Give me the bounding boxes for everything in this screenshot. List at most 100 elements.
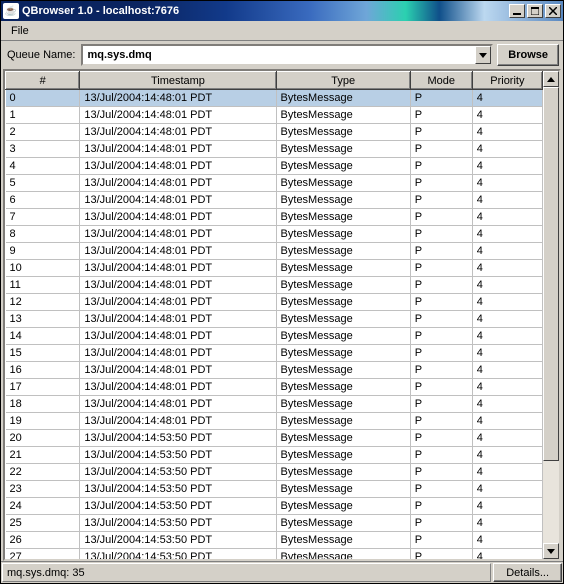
table-cell[interactable]: 26 <box>6 532 80 549</box>
table-cell[interactable]: BytesMessage <box>276 328 410 345</box>
table-cell[interactable]: P <box>410 549 472 560</box>
table-row[interactable]: 1713/Jul/2004:14:48:01 PDTBytesMessageP4 <box>6 379 543 396</box>
table-cell[interactable]: BytesMessage <box>276 124 410 141</box>
table-cell[interactable]: 13/Jul/2004:14:53:50 PDT <box>80 549 276 560</box>
table-cell[interactable]: 15 <box>6 345 80 362</box>
table-cell[interactable]: BytesMessage <box>276 379 410 396</box>
table-row[interactable]: 513/Jul/2004:14:48:01 PDTBytesMessageP4 <box>6 175 543 192</box>
table-cell[interactable]: BytesMessage <box>276 481 410 498</box>
maximize-button[interactable] <box>527 4 543 18</box>
table-row[interactable]: 2613/Jul/2004:14:53:50 PDTBytesMessageP4 <box>6 532 543 549</box>
table-row[interactable]: 813/Jul/2004:14:48:01 PDTBytesMessageP4 <box>6 226 543 243</box>
table-row[interactable]: 313/Jul/2004:14:48:01 PDTBytesMessageP4 <box>6 141 543 158</box>
table-cell[interactable]: BytesMessage <box>276 243 410 260</box>
vertical-scrollbar[interactable] <box>543 71 559 559</box>
table-cell[interactable]: 13/Jul/2004:14:48:01 PDT <box>80 277 276 294</box>
table-row[interactable]: 1913/Jul/2004:14:48:01 PDTBytesMessageP4 <box>6 413 543 430</box>
table-cell[interactable]: BytesMessage <box>276 413 410 430</box>
scroll-down-button[interactable] <box>543 543 559 559</box>
table-cell[interactable]: 4 <box>472 362 542 379</box>
table-cell[interactable]: P <box>410 141 472 158</box>
table-cell[interactable]: 4 <box>472 175 542 192</box>
table-cell[interactable]: 4 <box>472 294 542 311</box>
table-cell[interactable]: BytesMessage <box>276 532 410 549</box>
menu-file[interactable]: File <box>5 23 35 39</box>
table-cell[interactable]: 13/Jul/2004:14:48:01 PDT <box>80 175 276 192</box>
table-cell[interactable]: 25 <box>6 515 80 532</box>
table-cell[interactable]: 16 <box>6 362 80 379</box>
table-row[interactable]: 2513/Jul/2004:14:53:50 PDTBytesMessageP4 <box>6 515 543 532</box>
table-row[interactable]: 1213/Jul/2004:14:48:01 PDTBytesMessageP4 <box>6 294 543 311</box>
table-row[interactable]: 2213/Jul/2004:14:53:50 PDTBytesMessageP4 <box>6 464 543 481</box>
table-cell[interactable]: 13/Jul/2004:14:48:01 PDT <box>80 209 276 226</box>
table-cell[interactable]: 14 <box>6 328 80 345</box>
scroll-thumb[interactable] <box>543 87 559 461</box>
table-cell[interactable]: BytesMessage <box>276 260 410 277</box>
table-cell[interactable]: 13/Jul/2004:14:48:01 PDT <box>80 158 276 175</box>
table-cell[interactable]: P <box>410 277 472 294</box>
table-cell[interactable]: P <box>410 515 472 532</box>
queue-combo-dropdown-button[interactable] <box>475 46 491 64</box>
table-row[interactable]: 1813/Jul/2004:14:48:01 PDTBytesMessageP4 <box>6 396 543 413</box>
table-row[interactable]: 213/Jul/2004:14:48:01 PDTBytesMessageP4 <box>6 124 543 141</box>
table-cell[interactable]: 13/Jul/2004:14:48:01 PDT <box>80 90 276 107</box>
table-row[interactable]: 913/Jul/2004:14:48:01 PDTBytesMessageP4 <box>6 243 543 260</box>
table-cell[interactable]: 6 <box>6 192 80 209</box>
table-cell[interactable]: 13/Jul/2004:14:53:50 PDT <box>80 430 276 447</box>
table-cell[interactable]: 4 <box>472 277 542 294</box>
column-header[interactable]: # <box>6 72 80 90</box>
table-cell[interactable]: 13/Jul/2004:14:53:50 PDT <box>80 498 276 515</box>
table-cell[interactable]: 12 <box>6 294 80 311</box>
table-cell[interactable]: 4 <box>472 141 542 158</box>
table-cell[interactable]: 4 <box>472 481 542 498</box>
table-cell[interactable]: 13/Jul/2004:14:48:01 PDT <box>80 243 276 260</box>
table-cell[interactable]: 13/Jul/2004:14:48:01 PDT <box>80 413 276 430</box>
table-cell[interactable]: 4 <box>472 209 542 226</box>
minimize-button[interactable] <box>509 4 525 18</box>
table-row[interactable]: 413/Jul/2004:14:48:01 PDTBytesMessageP4 <box>6 158 543 175</box>
table-cell[interactable]: 13/Jul/2004:14:53:50 PDT <box>80 532 276 549</box>
table-cell[interactable]: BytesMessage <box>276 226 410 243</box>
table-cell[interactable]: 7 <box>6 209 80 226</box>
table-cell[interactable]: BytesMessage <box>276 175 410 192</box>
table-row[interactable]: 2313/Jul/2004:14:53:50 PDTBytesMessageP4 <box>6 481 543 498</box>
table-cell[interactable]: 22 <box>6 464 80 481</box>
table-row[interactable]: 2013/Jul/2004:14:53:50 PDTBytesMessageP4 <box>6 430 543 447</box>
table-cell[interactable]: 13/Jul/2004:14:48:01 PDT <box>80 396 276 413</box>
table-cell[interactable]: P <box>410 498 472 515</box>
table-cell[interactable]: 13/Jul/2004:14:48:01 PDT <box>80 294 276 311</box>
table-cell[interactable]: P <box>410 464 472 481</box>
scroll-track[interactable] <box>543 87 559 543</box>
table-cell[interactable]: 8 <box>6 226 80 243</box>
table-cell[interactable]: BytesMessage <box>276 549 410 560</box>
table-cell[interactable]: 11 <box>6 277 80 294</box>
table-row[interactable]: 1013/Jul/2004:14:48:01 PDTBytesMessageP4 <box>6 260 543 277</box>
table-cell[interactable]: BytesMessage <box>276 430 410 447</box>
table-cell[interactable]: 2 <box>6 124 80 141</box>
table-cell[interactable]: BytesMessage <box>276 141 410 158</box>
table-cell[interactable]: BytesMessage <box>276 515 410 532</box>
table-row[interactable]: 2413/Jul/2004:14:53:50 PDTBytesMessageP4 <box>6 498 543 515</box>
table-cell[interactable]: 20 <box>6 430 80 447</box>
table-cell[interactable]: BytesMessage <box>276 294 410 311</box>
table-cell[interactable]: P <box>410 447 472 464</box>
table-cell[interactable]: 4 <box>472 260 542 277</box>
table-cell[interactable]: 4 <box>472 192 542 209</box>
table-cell[interactable]: 5 <box>6 175 80 192</box>
table-cell[interactable]: 13/Jul/2004:14:53:50 PDT <box>80 515 276 532</box>
table-cell[interactable]: 4 <box>472 532 542 549</box>
table-header-row[interactable]: #TimestampTypeModePriority <box>6 72 543 90</box>
column-header[interactable]: Timestamp <box>80 72 276 90</box>
table-cell[interactable]: BytesMessage <box>276 345 410 362</box>
table-row[interactable]: 1313/Jul/2004:14:48:01 PDTBytesMessageP4 <box>6 311 543 328</box>
column-header[interactable]: Mode <box>410 72 472 90</box>
browse-button[interactable]: Browse <box>497 44 559 66</box>
table-cell[interactable]: 3 <box>6 141 80 158</box>
table-cell[interactable]: 4 <box>472 430 542 447</box>
table-cell[interactable]: 13/Jul/2004:14:48:01 PDT <box>80 192 276 209</box>
table-cell[interactable]: P <box>410 192 472 209</box>
table-cell[interactable]: P <box>410 413 472 430</box>
table-cell[interactable]: P <box>410 175 472 192</box>
table-cell[interactable]: P <box>410 243 472 260</box>
table-row[interactable]: 613/Jul/2004:14:48:01 PDTBytesMessageP4 <box>6 192 543 209</box>
